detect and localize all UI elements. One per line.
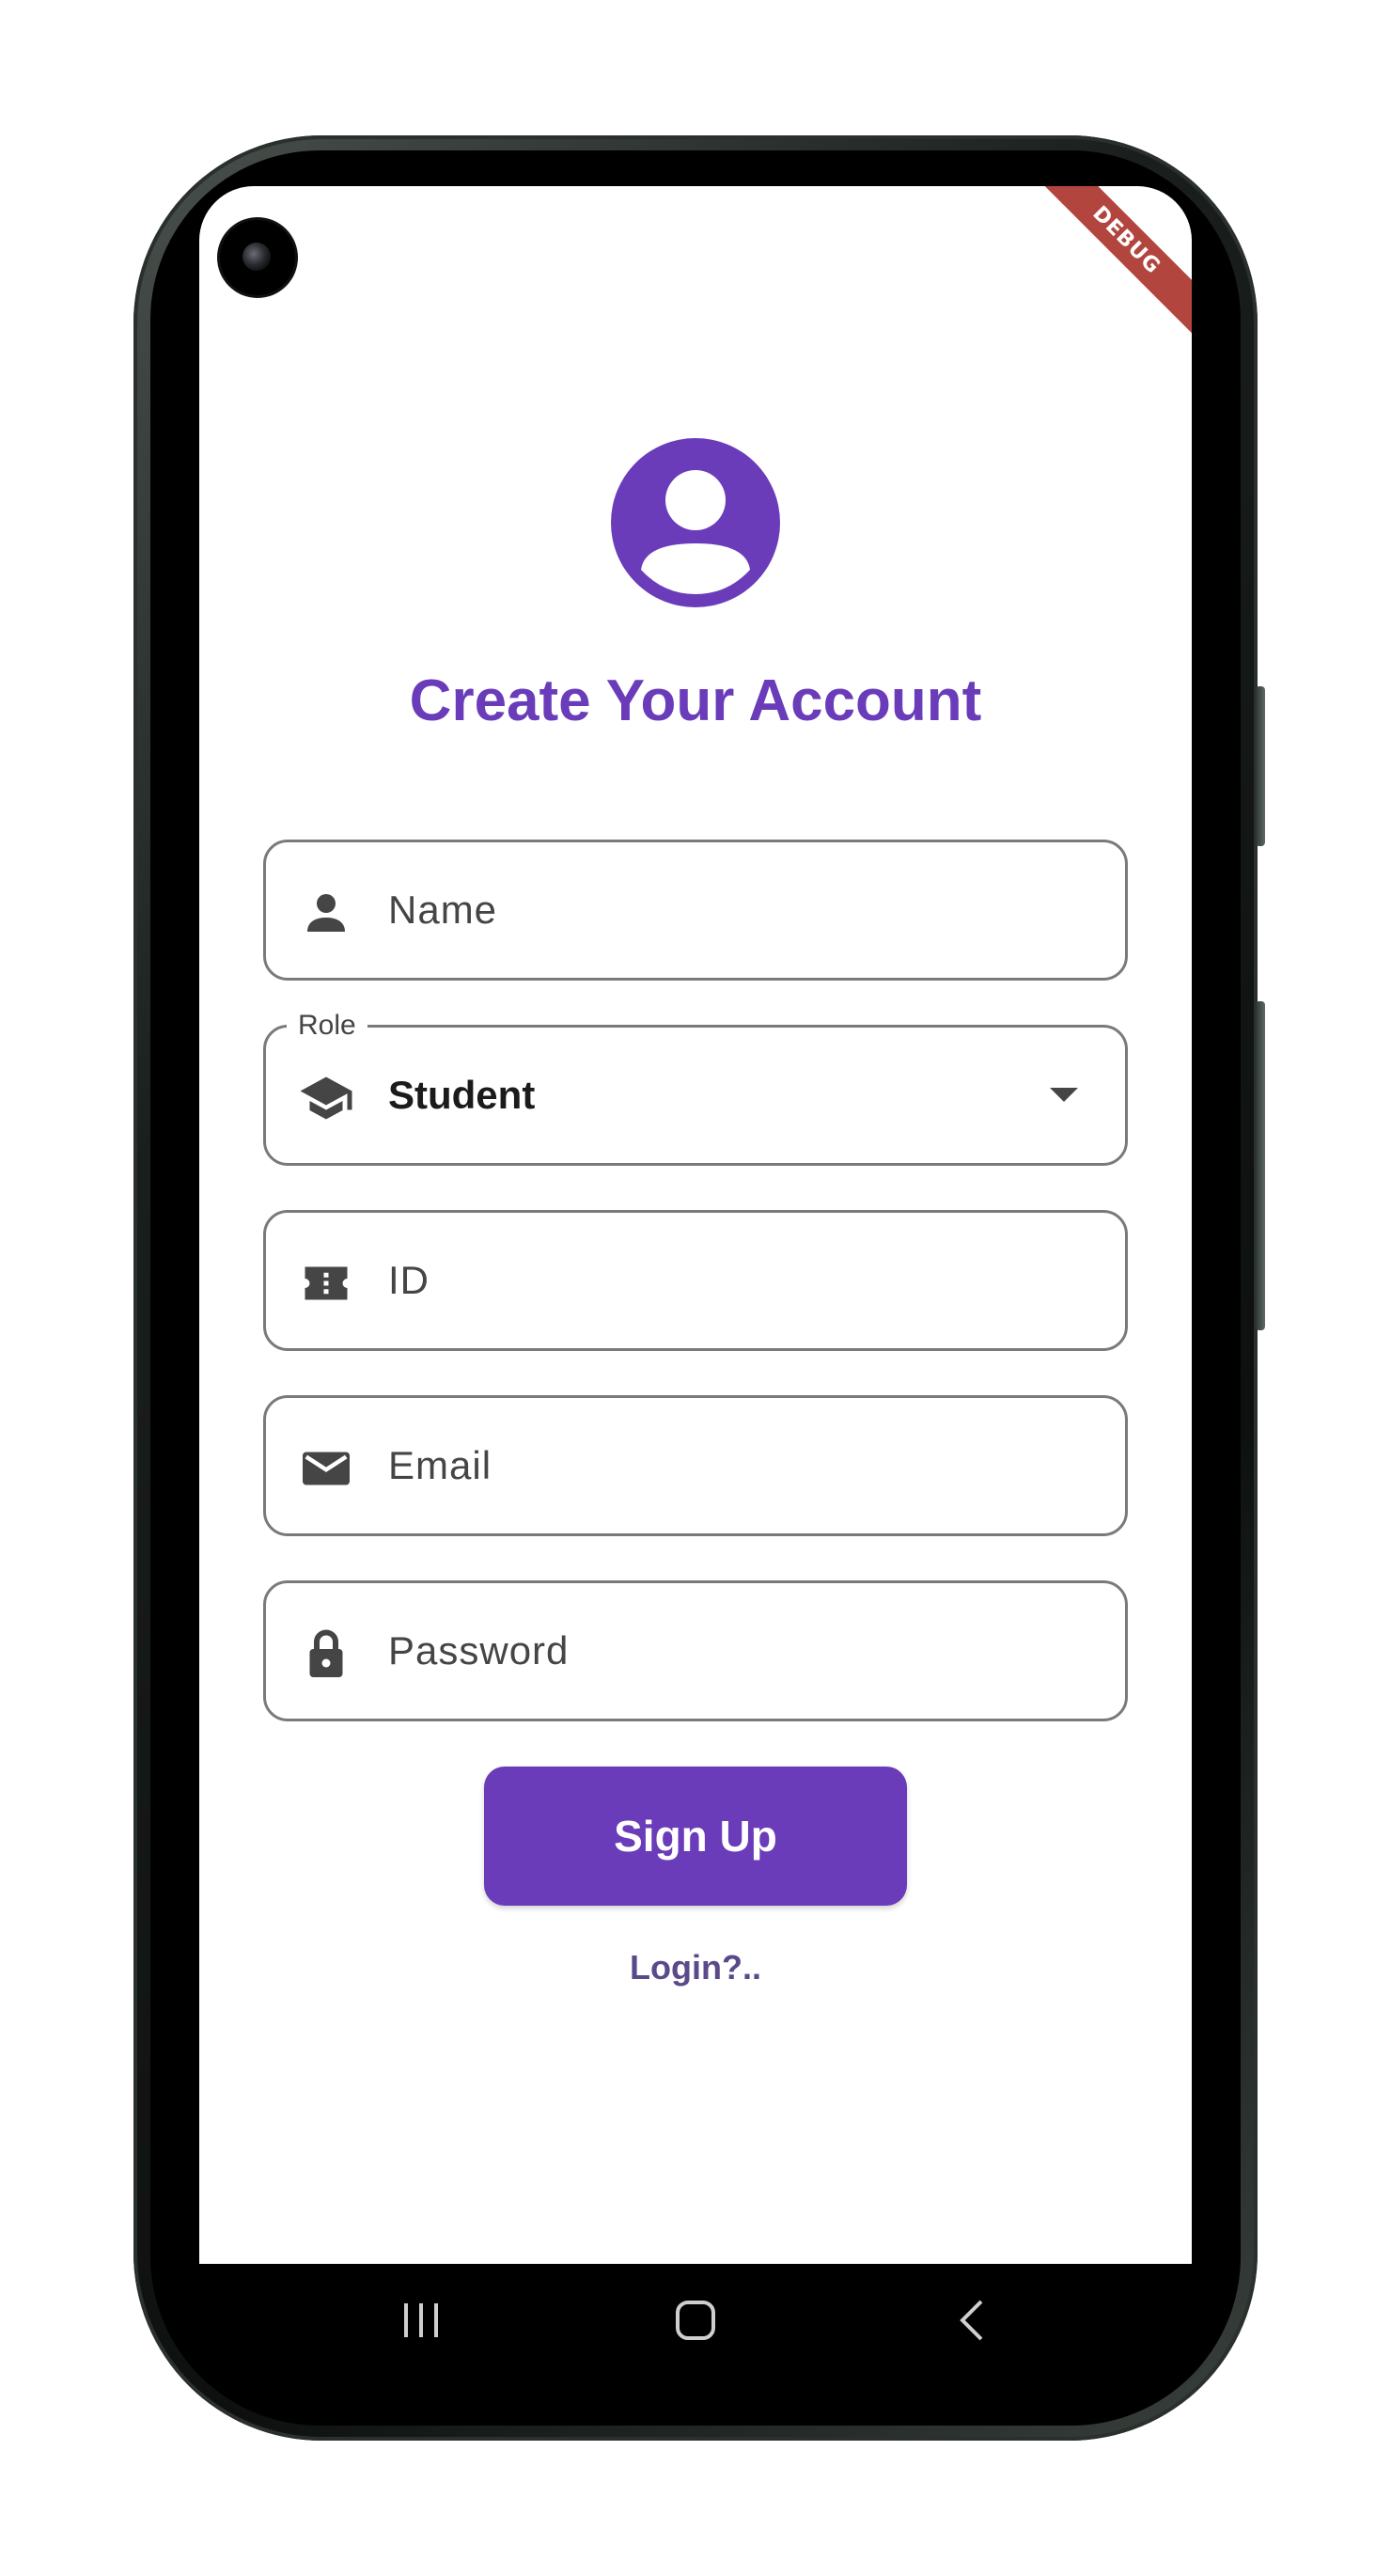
device-stage: DEBUG Create Your Account Name Role Stud… [0,0,1391,2576]
person-icon [307,894,345,932]
lock-icon [309,1629,343,1677]
role-dropdown[interactable]: Role Student [263,1007,1128,1166]
password-field[interactable]: Password [263,1580,1128,1721]
power-button [1256,1001,1265,1330]
volume-button [1256,686,1265,846]
id-placeholder: ID [388,1258,430,1302]
login-link[interactable]: Login?.. [199,1948,1192,1987]
dropdown-arrow-icon [1050,1088,1078,1102]
name-field[interactable]: Name [263,840,1128,981]
mail-icon [303,1452,350,1485]
name-placeholder: Name [388,887,498,932]
recent-apps-icon[interactable] [399,2298,444,2343]
account-circle-icon [611,438,780,607]
front-camera [220,220,295,295]
debug-banner: DEBUG [1025,186,1192,341]
role-value: Student [388,1073,536,1117]
role-label: Role [287,1007,367,1045]
email-placeholder: Email [388,1443,492,1487]
id-field[interactable]: ID [263,1210,1128,1351]
back-icon[interactable] [951,2298,996,2343]
email-field[interactable]: Email [263,1395,1128,1536]
ticket-icon [305,1266,348,1300]
home-icon[interactable] [673,2298,718,2343]
graduation-cap-icon [300,1076,352,1120]
page-title: Create Your Account [409,668,982,733]
sign-up-button[interactable]: Sign Up [484,1767,907,1906]
password-placeholder: Password [388,1628,570,1673]
app-screen: DEBUG Create Your Account Name Role Stud… [199,186,1192,2264]
